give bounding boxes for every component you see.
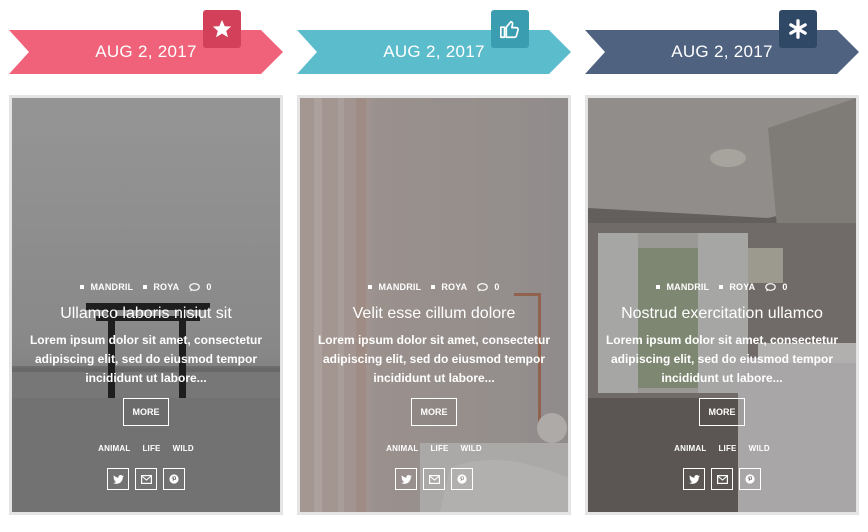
post-author[interactable]: MANDRIL xyxy=(90,282,133,292)
post-category[interactable]: ROYA xyxy=(153,282,179,292)
comment-icon xyxy=(189,282,201,292)
post-title[interactable]: Velit esse cillum dolore xyxy=(306,305,562,323)
comments-link[interactable]: 0 xyxy=(765,282,787,292)
post-meta: MANDRIL ROYA 0 xyxy=(588,282,856,292)
post-title[interactable]: Ullamco laboris nisiut sit xyxy=(18,305,274,323)
tag-link[interactable]: LIFE xyxy=(142,444,160,453)
post-excerpt: Lorem ipsum dolor sit amet, consectetur … xyxy=(317,333,551,385)
email-share-button[interactable] xyxy=(711,468,733,490)
tag-link[interactable]: ANIMAL xyxy=(386,444,418,453)
comment-count: 0 xyxy=(782,282,788,292)
post-meta: MANDRIL ROYA 0 xyxy=(12,282,280,292)
post-card[interactable]: MANDRIL ROYA 0 Velit esse cillum dolore … xyxy=(297,95,571,515)
post-category[interactable]: ROYA xyxy=(729,282,755,292)
post-card[interactable]: MANDRIL ROYA 0 Ullamco laboris nisiut si… xyxy=(9,95,283,515)
post-tags: ANIMAL LIFE WILD xyxy=(12,444,280,453)
date-ribbon: AUG 2, 2017 xyxy=(297,30,571,74)
twitter-share-button[interactable] xyxy=(395,468,417,490)
thumbs-up-icon xyxy=(491,10,529,48)
post-excerpt: Lorem ipsum dolor sit amet, consectetur … xyxy=(605,333,839,385)
pinterest-icon xyxy=(457,474,467,484)
post-date: AUG 2, 2017 xyxy=(671,42,773,61)
pinterest-share-button[interactable] xyxy=(163,468,185,490)
more-button[interactable]: MORE xyxy=(699,398,745,426)
asterisk-icon xyxy=(779,10,817,48)
post-date: AUG 2, 2017 xyxy=(383,42,485,61)
comments-link[interactable]: 0 xyxy=(189,282,211,292)
comments-link[interactable]: 0 xyxy=(477,282,499,292)
comment-icon xyxy=(765,282,777,292)
twitter-share-button[interactable] xyxy=(107,468,129,490)
post-author[interactable]: MANDRIL xyxy=(378,282,421,292)
pinterest-share-button[interactable] xyxy=(739,468,761,490)
comment-count: 0 xyxy=(206,282,212,292)
pinterest-icon xyxy=(169,474,179,484)
post-column-3: AUG 2, 2017 MANDRIL ROYA 0 Nostrud exerc… xyxy=(585,0,859,532)
email-share-button[interactable] xyxy=(135,468,157,490)
tag-link[interactable]: WILD xyxy=(461,444,482,453)
post-title[interactable]: Nostrud exercitation ullamco xyxy=(594,305,850,323)
tag-link[interactable]: LIFE xyxy=(430,444,448,453)
post-tags: ANIMAL LIFE WILD xyxy=(300,444,568,453)
more-button[interactable]: MORE xyxy=(411,398,457,426)
date-ribbon: AUG 2, 2017 xyxy=(9,30,283,74)
tag-link[interactable]: WILD xyxy=(749,444,770,453)
pinterest-share-button[interactable] xyxy=(451,468,473,490)
share-buttons xyxy=(12,468,280,490)
twitter-icon xyxy=(688,474,700,484)
post-excerpt: Lorem ipsum dolor sit amet, consectetur … xyxy=(29,333,263,385)
tag-link[interactable]: ANIMAL xyxy=(674,444,706,453)
post-column-1: AUG 2, 2017 MANDRIL ROYA 0 Ullamco labor… xyxy=(9,0,283,532)
twitter-icon xyxy=(400,474,412,484)
post-date: AUG 2, 2017 xyxy=(95,42,197,61)
tag-link[interactable]: WILD xyxy=(173,444,194,453)
post-column-2: AUG 2, 2017 MANDRIL ROYA 0 Velit esse ci… xyxy=(297,0,571,532)
post-category[interactable]: ROYA xyxy=(441,282,467,292)
tag-link[interactable]: ANIMAL xyxy=(98,444,130,453)
comment-icon xyxy=(477,282,489,292)
pinterest-icon xyxy=(745,474,755,484)
twitter-icon xyxy=(112,474,124,484)
tag-link[interactable]: LIFE xyxy=(718,444,736,453)
share-buttons xyxy=(588,468,856,490)
email-share-button[interactable] xyxy=(423,468,445,490)
post-meta: MANDRIL ROYA 0 xyxy=(300,282,568,292)
post-tags: ANIMAL LIFE WILD xyxy=(588,444,856,453)
twitter-share-button[interactable] xyxy=(683,468,705,490)
envelope-icon xyxy=(140,474,152,484)
more-button[interactable]: MORE xyxy=(123,398,169,426)
date-ribbon: AUG 2, 2017 xyxy=(585,30,859,74)
star-icon xyxy=(203,10,241,48)
share-buttons xyxy=(300,468,568,490)
envelope-icon xyxy=(428,474,440,484)
post-card[interactable]: MANDRIL ROYA 0 Nostrud exercitation ulla… xyxy=(585,95,859,515)
comment-count: 0 xyxy=(494,282,500,292)
envelope-icon xyxy=(716,474,728,484)
post-author[interactable]: MANDRIL xyxy=(666,282,709,292)
